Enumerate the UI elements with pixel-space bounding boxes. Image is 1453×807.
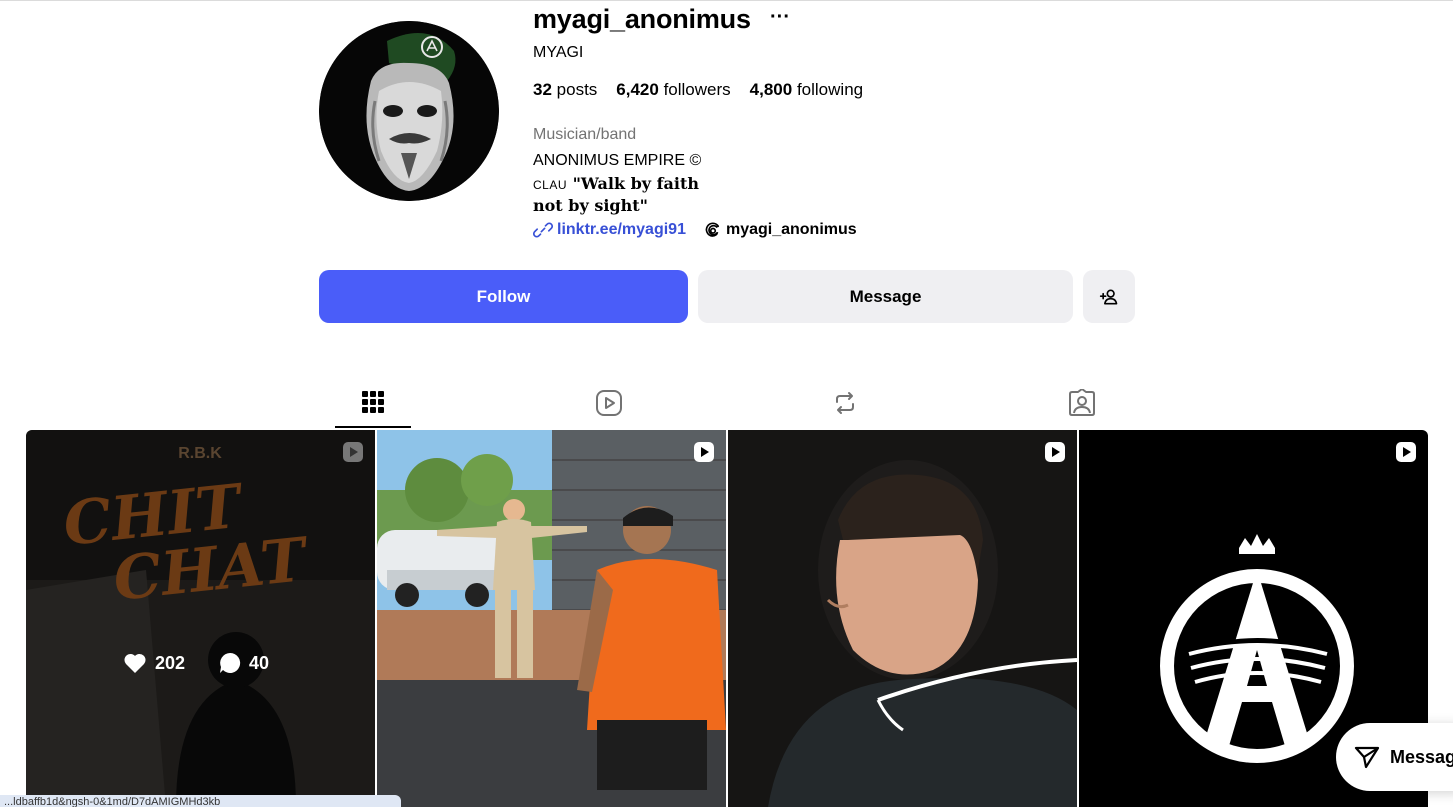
posts-grid: R.B.K CHIT CHAT 202 40 <box>26 430 1428 807</box>
following-count[interactable]: 4,800 following <box>750 80 863 100</box>
profile-stats: 32 posts 6,420 followers 4,800 following <box>533 80 863 100</box>
post-tile[interactable] <box>728 430 1077 807</box>
tab-reels[interactable] <box>571 378 647 428</box>
tab-posts[interactable] <box>335 378 411 428</box>
threads-icon <box>705 222 720 237</box>
posts-count: 32 posts <box>533 80 598 99</box>
post-hover-overlay <box>26 430 375 807</box>
reel-badge-icon <box>694 442 714 462</box>
follow-button[interactable]: Follow <box>319 270 688 323</box>
add-user-icon <box>1099 289 1118 304</box>
heart-icon <box>124 653 146 673</box>
bio-line-3: not by sight" <box>533 196 648 215</box>
more-options-button[interactable]: ··· <box>770 6 790 29</box>
reel-badge-icon <box>1045 442 1065 462</box>
bio-line-2: CLAU "Walk by faith <box>533 174 700 193</box>
link-icon <box>533 222 553 238</box>
suggested-users-button[interactable] <box>1083 270 1135 323</box>
threads-link[interactable]: myagi_anonimus <box>704 221 857 239</box>
floating-messages-button[interactable]: Messag <box>1336 723 1453 791</box>
followers-count[interactable]: 6,420 followers <box>616 80 730 100</box>
repost-icon <box>836 392 854 414</box>
tab-reposts[interactable] <box>807 378 883 428</box>
grid-icon <box>362 391 384 413</box>
profile-username: myagi_anonimus <box>533 4 751 34</box>
comments-stat: 40 <box>219 652 269 674</box>
post-image <box>728 430 1077 807</box>
browser-status-url: ...ldbaffb1d&ngsh-0&1md/D7dAMIGMHd3kb <box>0 795 401 807</box>
profile-category: Musician/band <box>533 126 637 143</box>
likes-stat: 202 <box>123 652 185 674</box>
message-button[interactable]: Message <box>698 270 1073 323</box>
send-icon <box>1354 746 1380 769</box>
profile-full-name: MYAGI <box>533 44 584 61</box>
post-engagement: 202 40 <box>123 652 269 674</box>
post-tile[interactable]: R.B.K CHIT CHAT 202 40 <box>26 430 375 807</box>
post-tile[interactable] <box>377 430 726 807</box>
tagged-user-icon <box>1069 389 1095 416</box>
post-image <box>377 430 726 807</box>
profile-links: linktr.ee/myagi91 myagi_anonimus <box>533 220 857 240</box>
top-divider <box>0 0 1453 1</box>
comment-icon <box>220 652 241 673</box>
external-link[interactable]: linktr.ee/myagi91 <box>533 220 686 240</box>
reel-badge-icon <box>1396 442 1416 462</box>
reel-badge-icon <box>343 442 363 462</box>
bio-line-1: ANONIMUS EMPIRE © <box>533 152 702 169</box>
profile-avatar[interactable] <box>319 21 499 201</box>
avatar-mask-image <box>319 21 499 201</box>
reels-icon <box>596 390 622 416</box>
tab-tagged[interactable] <box>1044 378 1120 428</box>
